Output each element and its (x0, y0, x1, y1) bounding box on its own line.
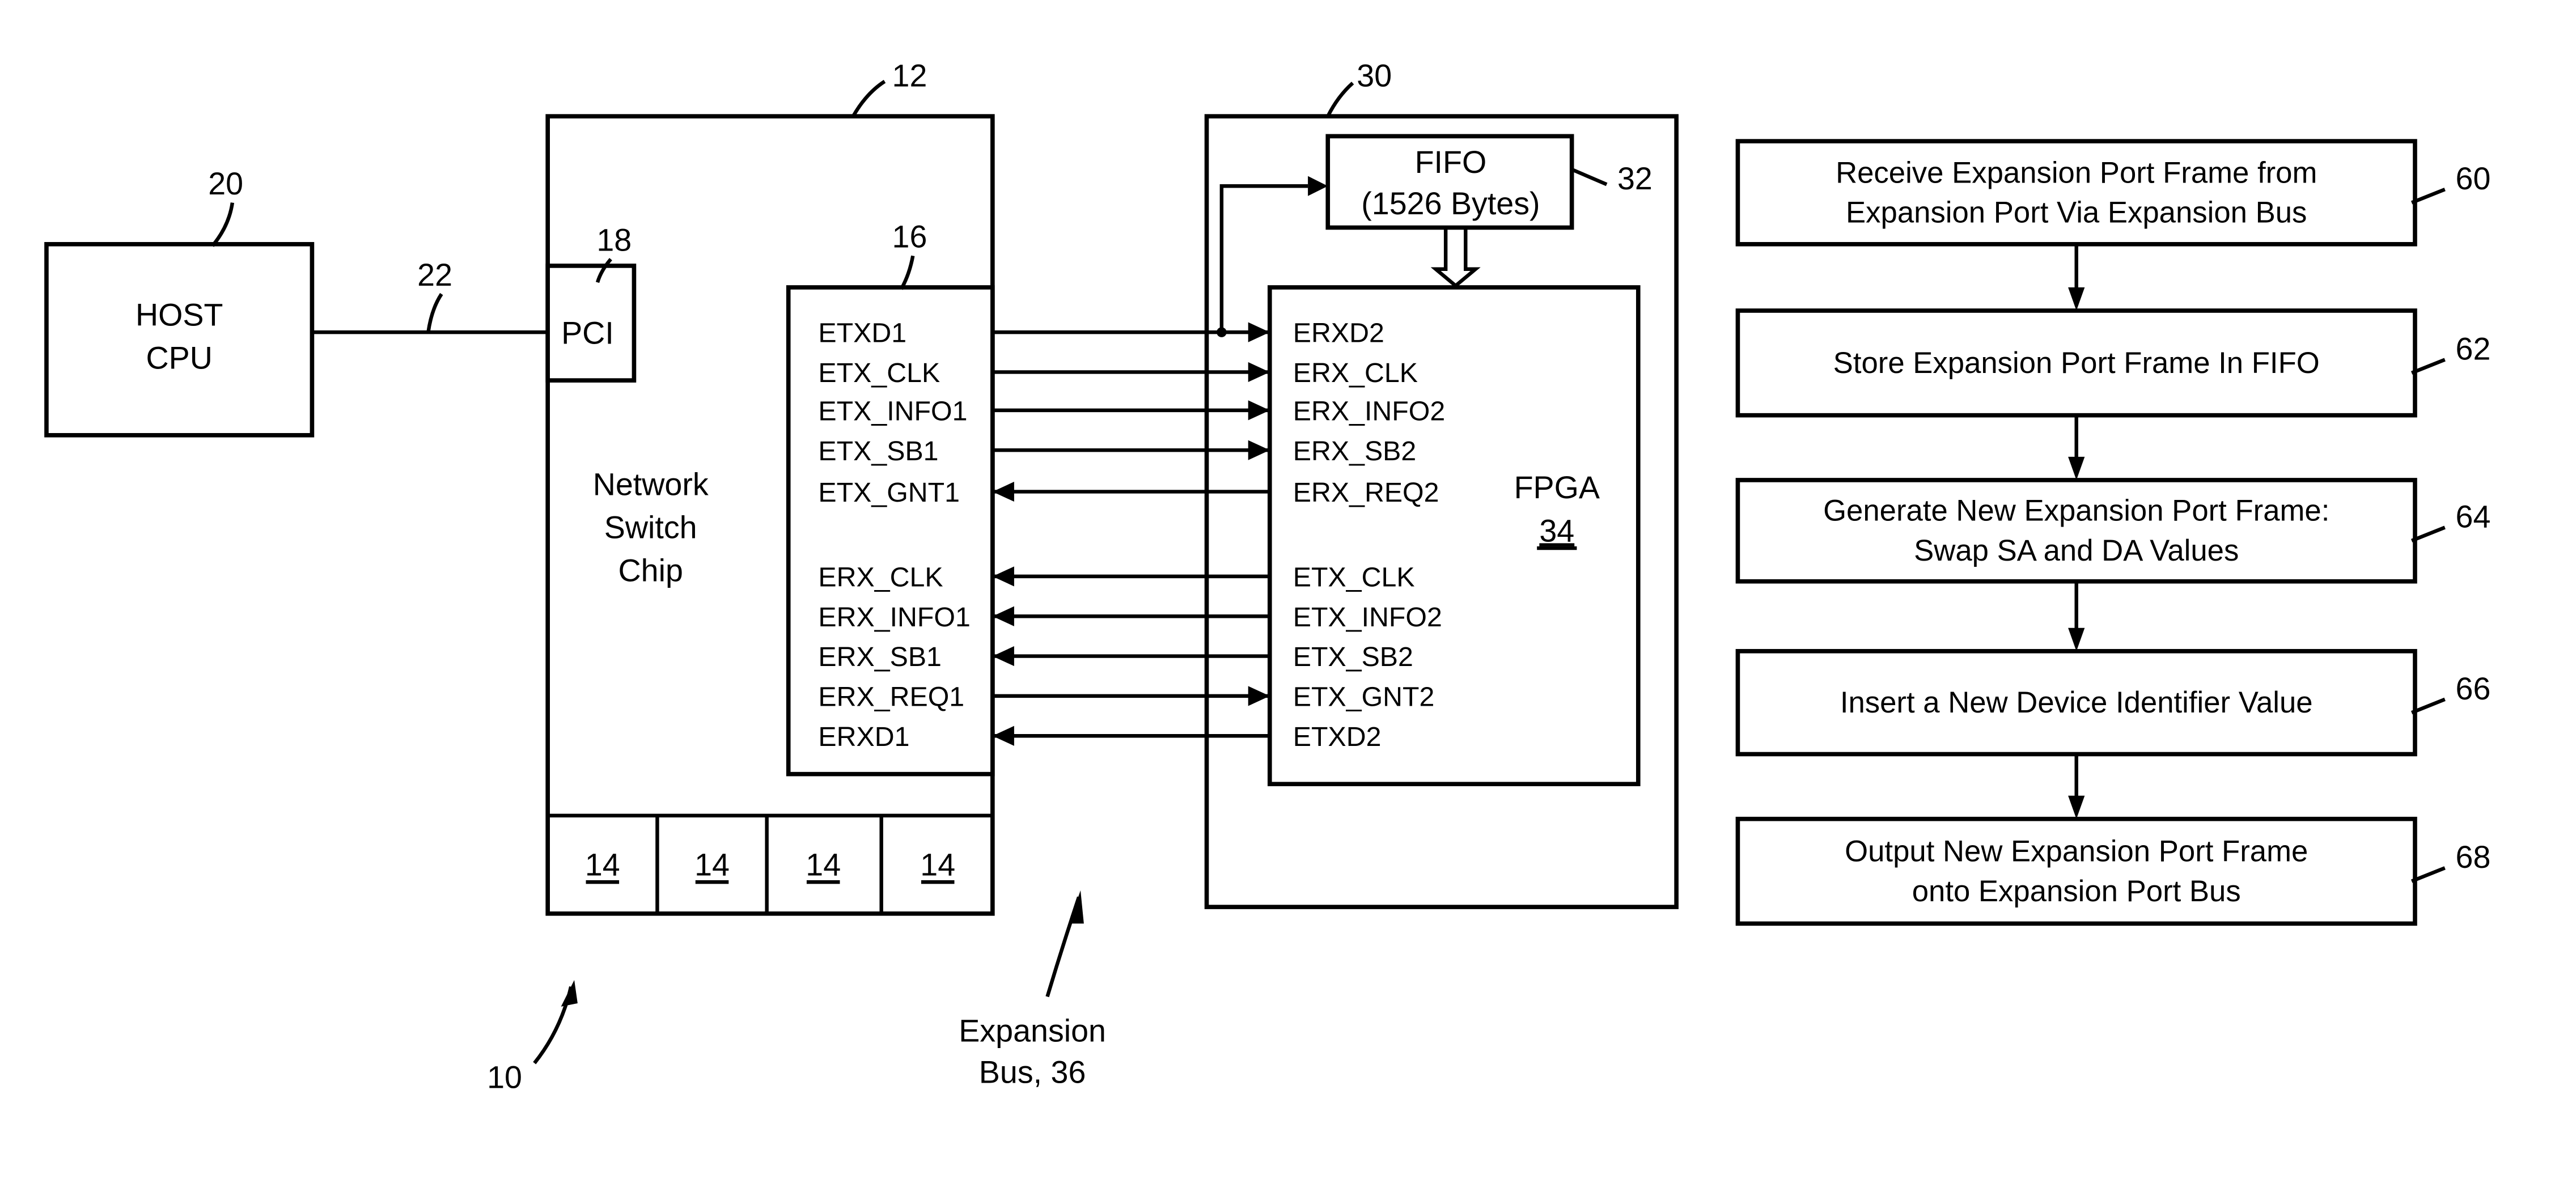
fpga-signal-label: ETX_SB2 (1293, 642, 1413, 672)
arrowhead-left-icon (992, 726, 1014, 746)
arrowhead-left-icon (992, 606, 1014, 626)
host-cpu-box (44, 241, 315, 438)
ref-30: 30 (1357, 58, 1392, 93)
fpga-signal-label: ERX_CLK (1293, 358, 1418, 388)
switch-label-line2: Switch (604, 510, 697, 545)
switch-signal-label: ETX_SB1 (818, 436, 938, 466)
ref-32: 32 (1617, 161, 1653, 196)
fpga-signal-label: ETX_GNT2 (1293, 681, 1435, 712)
fpga-signal-label: ETXD2 (1293, 722, 1382, 752)
arrowhead-left-icon (992, 481, 1014, 502)
signal-row: ETX_CLK ERX_CLK (818, 358, 1418, 388)
switch-signal-label: ERX_INFO1 (818, 602, 970, 633)
signal-row: ERX_REQ1 ETX_GNT2 (818, 681, 1434, 712)
signal-row: ETX_INFO1 ERX_INFO2 (818, 396, 1445, 426)
expansion-device: 30 FIFO (1526 Bytes) 32 FPGA 34 (1204, 58, 1679, 909)
arrowhead-left-icon (992, 566, 1014, 587)
arrowhead-down-icon (2068, 795, 2085, 819)
leader-12 (851, 79, 886, 117)
fpga-signal-label: ERXD2 (1293, 318, 1384, 349)
switch-signal-label: ERX_CLK (818, 562, 943, 592)
arrowhead-down-icon (2068, 287, 2085, 311)
flow-step: Insert a New Device Identifier Value 66 (1735, 648, 2491, 819)
flow-step: Receive Expansion Port Frame from Expansi… (1735, 139, 2491, 311)
switch-label-line1: Network (593, 466, 709, 502)
arrowhead-icon (1069, 890, 1084, 924)
fifo-label: FIFO (1415, 145, 1487, 180)
port-label: 14 (585, 847, 620, 882)
port-label: 14 (694, 847, 730, 882)
fpga-signal-label: ETX_CLK (1293, 562, 1415, 592)
flow-step-text: Generate New Expansion Port Frame: (1823, 494, 2329, 528)
signal-row: ERXD1 ETXD2 (818, 722, 1381, 752)
switch-signal-label: ETX_GNT1 (818, 477, 960, 508)
ref-18: 18 (596, 222, 632, 257)
fpga-signal-label: ERX_REQ2 (1293, 477, 1439, 508)
flow-step: Generate New Expansion Port Frame: Swap S… (1735, 478, 2491, 651)
flow-step-text: Receive Expansion Port Frame from (1836, 156, 2317, 189)
ref-22: 22 (417, 257, 452, 292)
signal-row: ERX_CLK ETX_CLK (818, 562, 1414, 592)
ref-12: 12 (892, 58, 927, 93)
signal-row: ERX_INFO1 ETX_INFO2 (818, 602, 1442, 633)
switch-signal-label: ETX_CLK (818, 358, 940, 388)
switch-signal-label: ERXD1 (818, 722, 909, 752)
switch-signal-label: ERX_REQ1 (818, 681, 964, 712)
switch-label-line3: Chip (618, 553, 683, 588)
host-cpu-label-line2: CPU (146, 341, 212, 376)
flow-step-text: onto Expansion Port Bus (1912, 875, 2241, 908)
leader-22 (426, 292, 443, 333)
expansion-bus-label-line1: Expansion (959, 1013, 1106, 1048)
host-cpu-label-line1: HOST (135, 297, 223, 332)
port-label: 14 (920, 847, 955, 882)
arrowhead-left-icon (992, 646, 1014, 667)
pci-label: PCI (561, 316, 614, 351)
flow-step-ref: 66 (2456, 671, 2491, 706)
fifo-size: (1526 Bytes) (1361, 186, 1540, 221)
fpga-signal-label: ERX_SB2 (1293, 436, 1417, 466)
flow-step: Store Expansion Port Frame In FIFO 62 (1735, 308, 2491, 480)
arrowhead-down-icon (2068, 627, 2085, 651)
switch-signal-label: ETX_INFO1 (818, 396, 967, 426)
switch-signal-label: ETXD1 (818, 318, 906, 349)
signal-row: ETX_SB1 ERX_SB2 (818, 436, 1416, 466)
signal-row: ETX_GNT1 ERX_REQ2 (818, 477, 1439, 508)
arrowhead-down-icon (2068, 456, 2085, 480)
ref-10: 10 (487, 1059, 522, 1095)
arrowhead-icon (561, 980, 578, 1007)
ref-20: 20 (208, 166, 243, 201)
fpga-signal-label: ERX_INFO2 (1293, 396, 1445, 426)
flow-step-text: Insert a New Device Identifier Value (1840, 686, 2313, 719)
signal-row: ETXD1 ERXD2 (818, 318, 1384, 349)
leader-30 (1326, 82, 1354, 117)
leader-20 (211, 202, 235, 247)
ref-16: 16 (892, 219, 927, 255)
host-cpu-block: HOST CPU 20 (44, 166, 315, 438)
flow-step-ref: 64 (2456, 499, 2491, 534)
flow-step-ref: 68 (2456, 839, 2491, 875)
signal-row: ERX_SB1 ETX_SB2 (818, 642, 1413, 672)
flow-step-text: Output New Expansion Port Frame (1845, 834, 2308, 868)
flow-step: Output New Expansion Port Frame onto Expa… (1735, 816, 2491, 926)
port-label: 14 (806, 847, 841, 882)
fpga-signal-label: ETX_INFO2 (1293, 602, 1442, 633)
flow-step-ref: 60 (2456, 161, 2491, 196)
fpga-ref: 34 (1539, 513, 1574, 548)
fpga-label: FPGA (1514, 470, 1600, 505)
flow-step-text: Expansion Port Via Expansion Bus (1846, 196, 2307, 230)
flow-step-ref: 62 (2456, 331, 2491, 366)
patent-figure: HOST CPU 20 22 12 Network Switch Chip PC… (44, 58, 2491, 1095)
flowchart: Receive Expansion Port Frame from Expansi… (1735, 139, 2491, 926)
expansion-bus-label-line2: Bus, 36 (979, 1055, 1086, 1090)
switch-signal-label: ERX_SB1 (818, 642, 942, 672)
flow-step-text: Store Expansion Port Frame In FIFO (1833, 346, 2320, 380)
flow-step-text: Swap SA and DA Values (1914, 534, 2239, 567)
